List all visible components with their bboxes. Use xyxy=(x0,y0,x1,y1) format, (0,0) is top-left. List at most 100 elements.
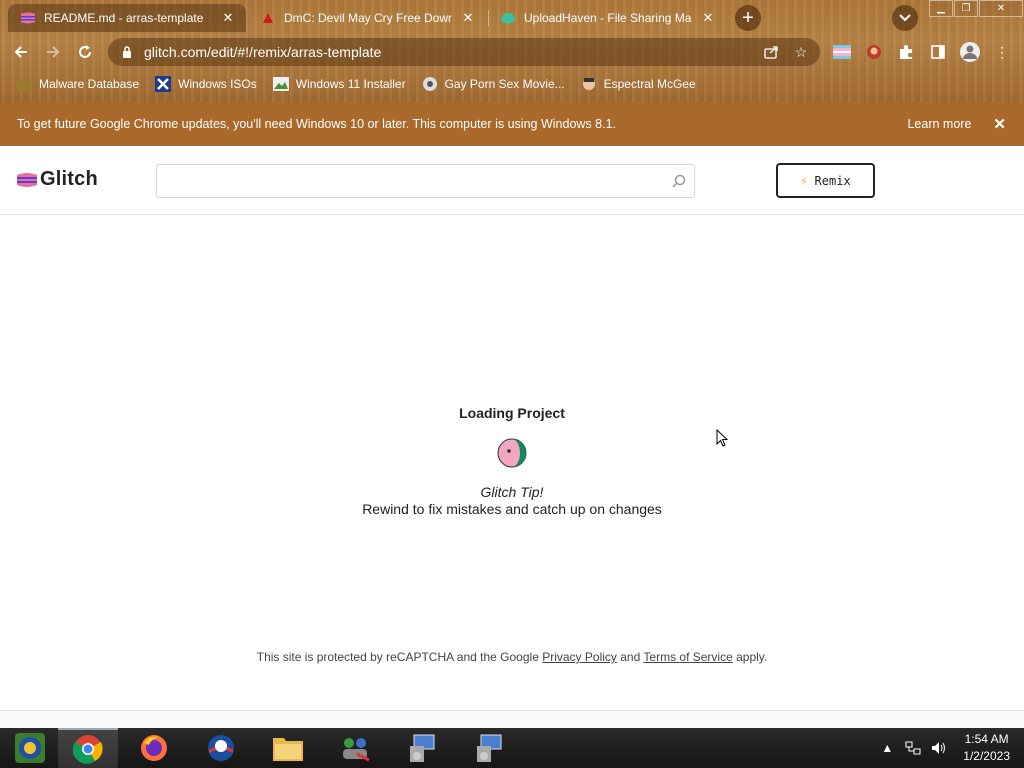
remix-label: Remix xyxy=(814,173,851,188)
flag-extension-icon[interactable] xyxy=(832,42,852,62)
clock-time: 1:54 AM xyxy=(964,732,1009,746)
bookmark-label: Windows ISOs xyxy=(178,77,257,91)
tip-label: Glitch Tip! xyxy=(480,484,544,500)
side-panel-icon[interactable] xyxy=(928,42,948,62)
taskbar-firefox[interactable] xyxy=(124,728,184,768)
show-hidden-icons-icon[interactable]: ▲ xyxy=(877,738,897,758)
url-text[interactable]: glitch.com/edit/#!/remix/arras-template xyxy=(144,44,760,60)
bookmark-malware-database[interactable]: Malware Database xyxy=(16,76,139,92)
glitch-logo-text: Glitch xyxy=(40,168,98,190)
system-tray: ▲ 1:54 AM 1/2/2023 xyxy=(877,728,1024,768)
bookmark-movie[interactable]: Gay Porn Sex Movie... xyxy=(422,76,565,92)
maximize-button[interactable]: ❐ xyxy=(954,0,978,17)
image-icon xyxy=(272,76,289,92)
taskbar-clock[interactable]: 1:54 AM 1/2/2023 xyxy=(963,731,1010,765)
dmc-favicon-icon xyxy=(260,10,276,26)
tab-uploadhaven[interactable]: UploadHaven - File Sharing Made ✕ xyxy=(488,4,726,32)
infobar-message: To get future Google Chrome updates, you… xyxy=(17,117,616,131)
recaptcha-notice: This site is protected by reCAPTCHA and … xyxy=(0,650,1024,664)
network-icon[interactable] xyxy=(903,738,923,758)
profile-extension-icon[interactable] xyxy=(864,42,884,62)
glitch-tip: Glitch Tip! Rewind to fix mistakes and c… xyxy=(0,484,1024,517)
installer-icon xyxy=(477,734,502,762)
minimize-button[interactable]: ▁ xyxy=(929,0,953,17)
windows-taskbar: ▲ 1:54 AM 1/2/2023 xyxy=(0,728,1024,768)
tab-title: DmC: Devil May Cry Free Downloa xyxy=(284,11,452,25)
bookmark-label: Gay Porn Sex Movie... xyxy=(444,77,565,91)
arrow-right-icon xyxy=(47,46,60,58)
people-icon xyxy=(343,738,370,762)
taskbar-install-app-2[interactable] xyxy=(459,728,519,768)
search-icon xyxy=(672,174,686,188)
tab-dmc[interactable]: DmC: Devil May Cry Free Downloa ✕ xyxy=(248,4,486,32)
remix-button[interactable]: ⚡ Remix xyxy=(776,163,875,198)
reload-button[interactable] xyxy=(72,39,98,65)
folder-icon xyxy=(16,76,32,92)
new-tab-button[interactable]: + xyxy=(735,5,761,31)
loading-title: Loading Project xyxy=(459,405,565,421)
close-infobar-icon[interactable]: ✕ xyxy=(993,115,1006,133)
close-tab-icon[interactable]: ✕ xyxy=(460,10,476,26)
glitch-logo[interactable]: Glitch xyxy=(16,168,98,191)
profile-avatar-icon[interactable] xyxy=(958,40,982,64)
taskbar-chrome[interactable] xyxy=(58,728,118,768)
x-logo-icon xyxy=(155,76,172,92)
glitch-fish-icon xyxy=(17,172,37,187)
tab-readme[interactable]: README.md - arras-template ✕ xyxy=(8,4,246,32)
bookmark-espectral-mcgee[interactable]: Espectral McGee xyxy=(581,76,696,92)
taskbar-obama-app[interactable] xyxy=(191,728,251,768)
glitch-favicon-icon xyxy=(20,10,36,26)
loading-spinner-icon xyxy=(497,438,527,468)
volume-icon[interactable] xyxy=(929,738,949,758)
close-tab-icon[interactable]: ✕ xyxy=(220,10,236,26)
firefox-icon xyxy=(141,735,167,761)
close-tab-icon[interactable]: ✕ xyxy=(700,10,716,26)
recaptcha-prefix: This site is protected by reCAPTCHA and … xyxy=(256,650,539,664)
close-window-button[interactable]: ✕ xyxy=(979,0,1023,17)
bookmark-star-icon[interactable]: ☆ xyxy=(790,41,812,63)
folder-icon xyxy=(273,738,303,761)
tab-title: UploadHaven - File Sharing Made xyxy=(524,11,692,25)
lightning-icon: ⚡ xyxy=(800,173,808,188)
page-footer-strip xyxy=(0,710,1024,728)
bookmark-windows-11-installer[interactable]: Windows 11 Installer xyxy=(272,76,406,92)
chrome-icon xyxy=(73,735,103,764)
privacy-policy-link[interactable]: Privacy Policy xyxy=(542,650,617,664)
address-bar[interactable]: glitch.com/edit/#!/remix/arras-template … xyxy=(108,38,820,66)
taskbar-install-app-1[interactable] xyxy=(392,728,452,768)
clock-date: 1/2/2023 xyxy=(963,749,1010,763)
taskbar-file-explorer[interactable] xyxy=(258,728,318,768)
recaptcha-and: and xyxy=(620,650,641,664)
tab-title: README.md - arras-template xyxy=(44,11,204,25)
bookmark-label: Windows 11 Installer xyxy=(295,77,406,91)
taskbar-network-app[interactable] xyxy=(325,728,385,768)
bookmark-label: Espectral McGee xyxy=(603,77,696,91)
search-input[interactable] xyxy=(156,164,695,198)
glitch-header: Glitch ⚡ Remix xyxy=(0,146,1024,215)
tab-search-button[interactable] xyxy=(892,5,918,31)
share-icon[interactable] xyxy=(760,41,782,63)
terms-of-service-link[interactable]: Terms of Service xyxy=(643,650,732,664)
cloud-favicon-icon xyxy=(500,10,516,26)
mouse-cursor-icon xyxy=(716,429,728,447)
window-controls: ▁ ❐ ✕ xyxy=(928,0,1023,18)
character-icon xyxy=(581,76,597,92)
bookmark-windows-isos[interactable]: Windows ISOs xyxy=(155,76,257,92)
arrow-left-icon xyxy=(14,46,27,58)
extensions-puzzle-icon[interactable] xyxy=(896,42,916,62)
tab-strip: README.md - arras-template ✕ DmC: Devil … xyxy=(0,0,1024,34)
forward-button[interactable] xyxy=(40,39,66,65)
start-icon xyxy=(15,733,45,763)
installer-icon xyxy=(410,734,435,762)
learn-more-link[interactable]: Learn more xyxy=(907,117,971,131)
lock-icon[interactable] xyxy=(120,45,134,59)
bookmark-label: Malware Database xyxy=(39,77,140,91)
loading-section: Loading Project xyxy=(0,405,1024,421)
site-icon xyxy=(422,76,438,92)
start-button[interactable] xyxy=(0,728,60,768)
reload-icon xyxy=(79,45,91,58)
browser-toolbar: glitch.com/edit/#!/remix/arras-template … xyxy=(0,34,1024,70)
kebab-menu-icon[interactable]: ⋮ xyxy=(992,42,1012,62)
tip-text: Rewind to fix mistakes and catch up on c… xyxy=(362,501,662,517)
back-button[interactable] xyxy=(8,39,34,65)
